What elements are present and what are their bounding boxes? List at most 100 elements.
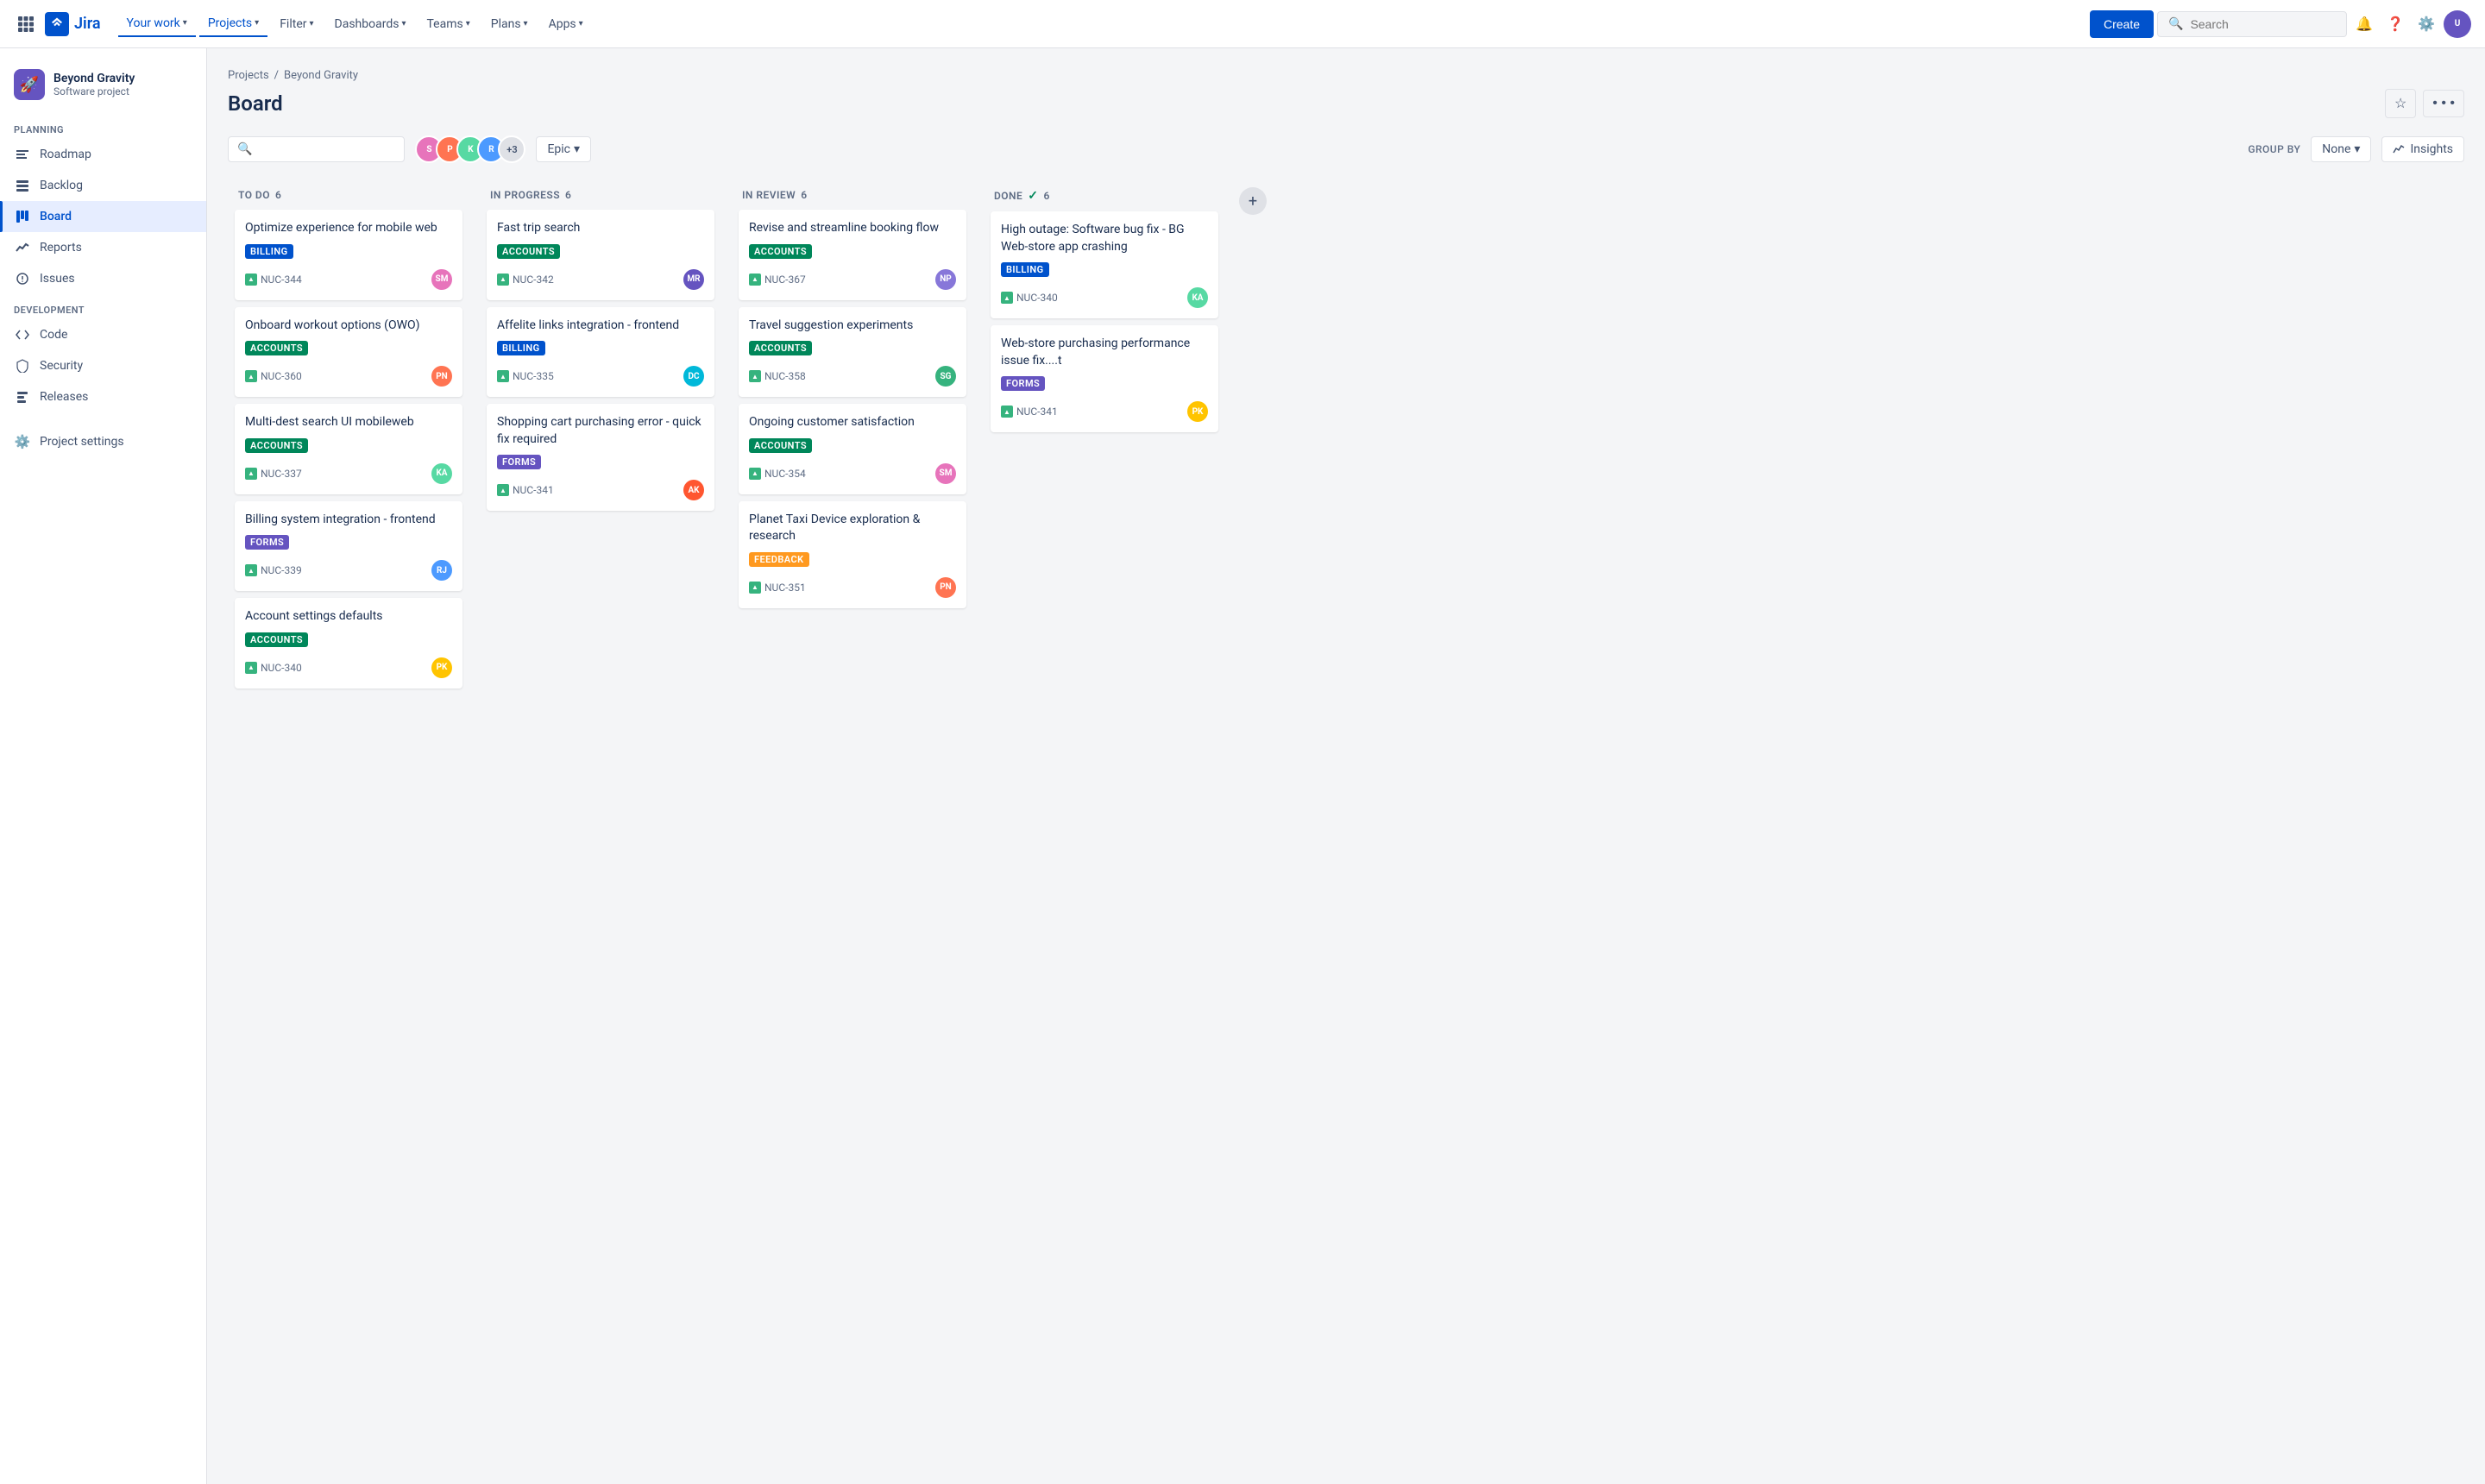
card-NUC-344[interactable]: Optimize experience for mobile web BILLI… (235, 210, 462, 300)
top-navigation: Jira Your work▾ Projects▾ Filter▾ Dashbo… (0, 0, 2485, 48)
nav-apps[interactable]: Apps▾ (540, 12, 592, 36)
card-assignee-avatar[interactable]: SG (935, 366, 956, 387)
breadcrumb-separator: / (274, 69, 279, 82)
sidebar-item-releases[interactable]: Releases (0, 381, 206, 412)
column-header-done: DONE✓6 (984, 180, 1225, 211)
card-NUC-339[interactable]: Billing system integration - frontend FO… (235, 501, 462, 592)
avatar-more[interactable]: +3 (498, 135, 525, 163)
board-search-bar[interactable]: 🔍 (228, 136, 405, 162)
card-id: ▲ NUC-351 (749, 582, 806, 594)
sidebar-item-issues[interactable]: Issues (0, 263, 206, 294)
card-assignee-avatar[interactable]: PN (431, 366, 452, 387)
card-id-label: NUC-360 (261, 370, 302, 382)
search-bar[interactable]: 🔍 (2157, 11, 2347, 37)
notifications-icon[interactable]: 🔔 (2350, 10, 2378, 38)
column-todo: TO DO6 Optimize experience for mobile we… (228, 180, 469, 695)
issue-type-icon: ▲ (245, 370, 257, 382)
card-NUC-341[interactable]: Web-store purchasing performance issue f… (991, 325, 1218, 432)
card-NUC-351[interactable]: Planet Taxi Device exploration & researc… (739, 501, 966, 608)
card-id-label: NUC-351 (764, 582, 806, 594)
nav-dashboards[interactable]: Dashboards▾ (326, 12, 415, 36)
project-type: Software project (53, 85, 192, 97)
user-avatar[interactable]: U (2444, 10, 2471, 38)
board-search-input[interactable] (257, 142, 395, 156)
column-inreview: IN REVIEW6 Revise and streamline booking… (732, 180, 973, 615)
card-tag: FORMS (245, 535, 289, 550)
star-button[interactable]: ☆ (2385, 89, 2416, 118)
card-NUC-342[interactable]: Fast trip search ACCOUNTS ▲ NUC-342 MR (487, 210, 714, 300)
chevron-icon: ▾ (255, 18, 259, 28)
sidebar-item-reports[interactable]: Reports (0, 232, 206, 263)
card-assignee-avatar[interactable]: KA (431, 463, 452, 484)
card-assignee-avatar[interactable]: DC (683, 366, 704, 387)
sidebar-item-code[interactable]: Code (0, 319, 206, 350)
card-assignee-avatar[interactable]: PN (935, 577, 956, 598)
card-assignee-avatar[interactable]: KA (1187, 287, 1208, 308)
breadcrumb-projects[interactable]: Projects (228, 69, 269, 82)
card-id: ▲ NUC-340 (245, 662, 302, 674)
card-assignee-avatar[interactable]: PK (431, 657, 452, 678)
card-title: Affelite links integration - frontend (497, 318, 704, 335)
releases-label: Releases (40, 390, 88, 404)
add-column-button[interactable]: + (1239, 187, 1267, 215)
nav-teams[interactable]: Teams▾ (418, 12, 478, 36)
nav-plans[interactable]: Plans▾ (482, 12, 537, 36)
nav-filter[interactable]: Filter▾ (271, 12, 322, 36)
chevron-icon: ▾ (309, 19, 313, 28)
card-NUC-367[interactable]: Revise and streamline booking flow ACCOU… (739, 210, 966, 300)
nav-projects[interactable]: Projects▾ (199, 11, 267, 37)
card-footer: ▲ NUC-354 SM (749, 463, 956, 484)
card-id: ▲ NUC-335 (497, 370, 554, 382)
issue-type-icon: ▲ (245, 662, 257, 674)
search-input[interactable] (2190, 17, 2336, 31)
sidebar-item-backlog[interactable]: Backlog (0, 170, 206, 201)
card-footer: ▲ NUC-367 NP (749, 269, 956, 290)
card-NUC-335[interactable]: Affelite links integration - frontend BI… (487, 307, 714, 398)
sidebar-item-board[interactable]: Board (0, 201, 206, 232)
card-NUC-337[interactable]: Multi-dest search UI mobileweb ACCOUNTS … (235, 404, 462, 494)
done-check-icon: ✓ (1028, 189, 1038, 203)
nav-your-work[interactable]: Your work▾ (118, 11, 196, 37)
create-button[interactable]: Create (2090, 10, 2154, 38)
more-options-button[interactable]: • • • (2423, 90, 2464, 117)
breadcrumb-project[interactable]: Beyond Gravity (284, 69, 358, 82)
card-title: Multi-dest search UI mobileweb (245, 414, 452, 431)
help-icon[interactable]: ❓ (2381, 10, 2409, 38)
roadmap-icon (14, 146, 31, 163)
card-assignee-avatar[interactable]: AK (683, 480, 704, 500)
card-assignee-avatar[interactable]: MR (683, 269, 704, 290)
card-NUC-341[interactable]: Shopping cart purchasing error - quick f… (487, 404, 714, 511)
group-by-select[interactable]: None ▾ (2311, 136, 2371, 162)
sidebar-item-security[interactable]: Security (0, 350, 206, 381)
card-NUC-354[interactable]: Ongoing customer satisfaction ACCOUNTS ▲… (739, 404, 966, 494)
card-footer: ▲ NUC-351 PN (749, 577, 956, 598)
insights-button[interactable]: Insights (2381, 136, 2464, 162)
jira-logo[interactable]: Jira (45, 12, 101, 36)
card-assignee-avatar[interactable]: NP (935, 269, 956, 290)
search-icon: 🔍 (2168, 17, 2183, 31)
board-icon (14, 208, 31, 225)
epic-filter-button[interactable]: Epic ▾ (536, 136, 591, 162)
breadcrumb: Projects / Beyond Gravity (228, 69, 2464, 82)
grid-menu-icon[interactable] (14, 12, 38, 36)
card-assignee-avatar[interactable]: SM (935, 463, 956, 484)
jira-logo-icon (45, 12, 69, 36)
card-NUC-340[interactable]: High outage: Software bug fix - BG Web-s… (991, 211, 1218, 318)
card-id-label: NUC-344 (261, 274, 302, 286)
card-id: ▲ NUC-358 (749, 370, 806, 382)
main-layout: 🚀 Beyond Gravity Software project PLANNI… (0, 48, 2485, 1484)
jira-logo-text: Jira (74, 15, 101, 33)
column-header-todo: TO DO6 (228, 180, 469, 210)
sidebar-item-roadmap[interactable]: Roadmap (0, 139, 206, 170)
card-assignee-avatar[interactable]: SM (431, 269, 452, 290)
card-assignee-avatar[interactable]: PK (1187, 401, 1208, 422)
card-NUC-340[interactable]: Account settings defaults ACCOUNTS ▲ NUC… (235, 598, 462, 689)
card-NUC-358[interactable]: Travel suggestion experiments ACCOUNTS ▲… (739, 307, 966, 398)
issue-type-icon: ▲ (497, 484, 509, 496)
sidebar-item-project-settings[interactable]: ⚙️ Project settings (0, 426, 206, 457)
code-icon (14, 326, 31, 343)
settings-icon[interactable]: ⚙️ (2413, 10, 2440, 38)
card-NUC-360[interactable]: Onboard workout options (OWO) ACCOUNTS ▲… (235, 307, 462, 398)
card-assignee-avatar[interactable]: RJ (431, 560, 452, 581)
column-inprogress: IN PROGRESS6 Fast trip search ACCOUNTS ▲… (480, 180, 721, 518)
